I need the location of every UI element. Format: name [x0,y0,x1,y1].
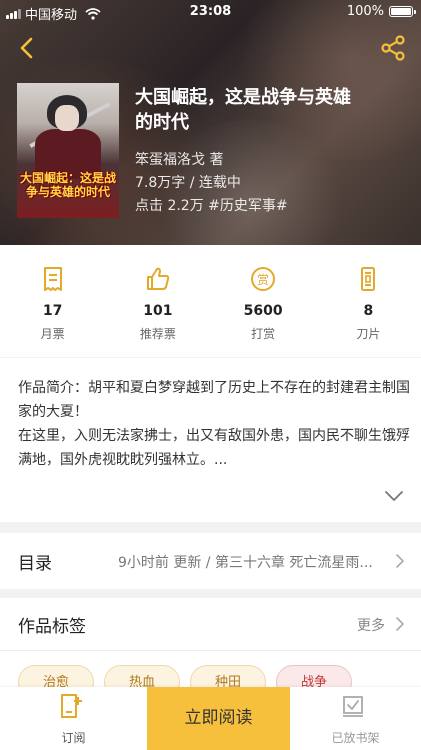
catalog-title: 目录 [18,554,52,574]
book-intro: 作品简介：胡平和夏白梦穿越到了历史上不存在的封建君主制国家的大夏！ 在这里，入则… [0,358,421,522]
tags-title: 作品标签 [18,617,86,637]
back-icon[interactable] [14,34,42,62]
stat-label: 打赏 [251,327,276,341]
stat-label: 推荐票 [139,327,176,341]
catalog-row[interactable]: 目录 9小时前 更新 / 第三十六章 死亡流星雨... [0,533,421,589]
shelf-label: 已放书架 [331,731,380,745]
reward-coin-icon: 赏 [251,267,276,291]
stat-monthly-ticket[interactable]: 17 月票 [0,245,105,357]
book-author: 笨蛋福洛戈 著 [135,152,224,168]
stat-label: 月票 [40,327,65,341]
status-bar: 中国移动 23:08 100% [0,0,421,24]
book-cover[interactable]: 大国崛起：这是战争与英雄的时代 [17,83,119,218]
stat-recommend-ticket[interactable]: 101 推荐票 [105,245,210,357]
intro-paragraph: 在这里，入则无法家拂士，出又有敌国外患，国内民不聊生饿殍满地，国外虎视眈眈列强林… [18,428,410,468]
on-shelf-status: 已放书架 [290,687,421,750]
book-clicks: 点击 2.2万 [135,198,204,214]
divider [0,650,421,651]
cover-title: 大国崛起：这是战争与英雄的时代 [19,171,116,199]
monthly-ticket-icon [43,267,62,291]
latest-update: 9小时前 更新 / 第三十六章 死亡流星雨... [118,555,373,571]
stats-row: 17 月票 101 推荐票 赏 5600 打赏 8 刀片 [0,245,421,357]
stat-value: 5600 [243,303,283,319]
stat-value: 17 [42,303,63,319]
chevron-down-icon[interactable] [383,488,405,504]
subscribe-label: 订阅 [61,731,86,745]
book-header: 中国移动 23:08 100% 大国崛起：这是战争与英雄的时代 大国崛起，这是战… [0,0,421,245]
intro-paragraph: 作品简介：胡平和夏白梦穿越到了历史上不存在的封建君主制国家的大夏！ [18,380,410,420]
book-words-status: 7.8万字 / 连载中 [135,175,241,191]
chevron-right-icon [396,554,404,568]
stat-reward[interactable]: 赏 5600 打赏 [211,245,316,357]
thumbs-up-icon [146,267,170,290]
subscribe-icon [61,694,82,718]
genre-tag-link[interactable]: #历史军事# [208,198,287,214]
stat-value: 8 [363,303,374,319]
stat-blade[interactable]: 8 刀片 [316,245,421,357]
battery-percent: 100% [346,4,384,19]
share-icon[interactable] [379,34,407,62]
book-title: 大国崛起，这是战争与英雄的时代 [135,87,351,133]
bookshelf-check-icon [343,696,363,717]
subscribe-button[interactable]: 订阅 [0,687,147,750]
blade-icon [361,267,376,291]
stat-label: 刀片 [356,327,381,341]
battery-icon [389,6,416,17]
bottom-action-bar: 订阅 立即阅读 已放书架 [0,687,421,750]
svg-text:赏: 赏 [257,273,269,287]
read-now-button[interactable]: 立即阅读 [147,687,290,750]
tags-more-link[interactable]: 更多 [357,615,385,635]
chevron-right-icon[interactable] [395,616,405,632]
stat-value: 101 [143,303,173,319]
